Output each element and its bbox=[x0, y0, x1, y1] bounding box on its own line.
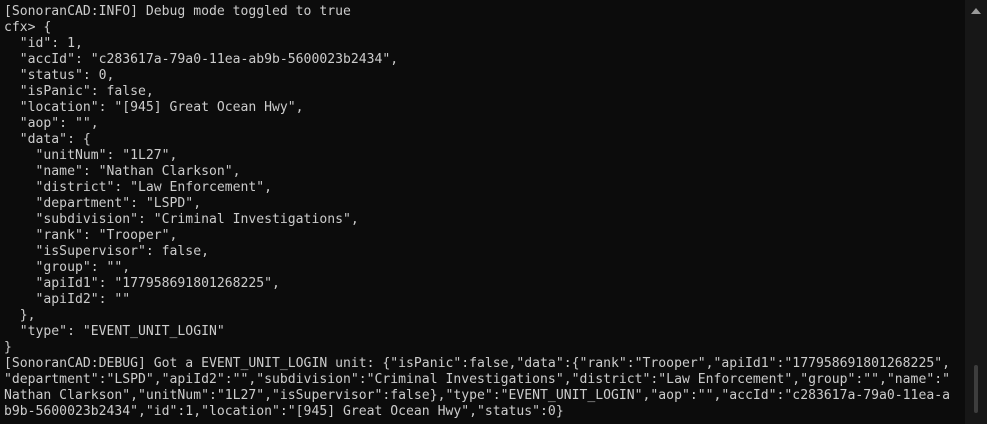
console-line: "subdivision": "Criminal Investigations"… bbox=[4, 212, 359, 227]
console-output[interactable]: [SonoranCAD:INFO] Debug mode toggled to … bbox=[0, 0, 965, 424]
console-line: "department": "LSPD", bbox=[4, 196, 202, 211]
console-line: } bbox=[4, 340, 12, 355]
console-line: "aop": "", bbox=[4, 116, 99, 131]
console-line: }, bbox=[4, 308, 36, 323]
console-line: "id": 1, bbox=[4, 36, 83, 51]
console-line: "apiId2": "" bbox=[4, 292, 131, 307]
console-line: "department":"LSPD","apiId2":"","subdivi… bbox=[4, 372, 950, 387]
console-lines: [SonoranCAD:INFO] Debug mode toggled to … bbox=[0, 0, 965, 420]
scrollbar-track[interactable] bbox=[965, 22, 987, 424]
scroll-up-button[interactable] bbox=[965, 0, 987, 22]
console-line: b9b-5600023b2434","id":1,"location":"[94… bbox=[4, 404, 564, 419]
console-line: [SonoranCAD:DEBUG] Got a EVENT_UNIT_LOGI… bbox=[4, 356, 950, 371]
console-line: "name": "Nathan Clarkson", bbox=[4, 164, 241, 179]
console-line: "accId": "c283617a-79a0-11ea-ab9b-560002… bbox=[4, 52, 399, 67]
console-line: cfx> { bbox=[4, 20, 52, 35]
console-line: "rank": "Trooper", bbox=[4, 228, 178, 243]
console-line: "status": 0, bbox=[4, 68, 115, 83]
console-line: "apiId1": "177958691801268225", bbox=[4, 276, 280, 291]
console-line: "isSupervisor": false, bbox=[4, 244, 209, 259]
up-arrow-icon bbox=[971, 8, 981, 14]
console-line: Nathan Clarkson","unitNum":"1L27","isSup… bbox=[4, 388, 950, 403]
console-line: "data": { bbox=[4, 132, 91, 147]
console-line: "location": "[945] Great Ocean Hwy", bbox=[4, 100, 304, 115]
console-line: "isPanic": false, bbox=[4, 84, 154, 99]
vertical-scrollbar[interactable] bbox=[965, 0, 987, 424]
console-line: [SonoranCAD:INFO] Debug mode toggled to … bbox=[4, 4, 351, 19]
console-line: "type": "EVENT_UNIT_LOGIN" bbox=[4, 324, 225, 339]
console-line: "district": "Law Enforcement", bbox=[4, 180, 273, 195]
console-line: "group": "", bbox=[4, 260, 131, 275]
scrollbar-thumb[interactable] bbox=[974, 365, 978, 413]
console-line: "unitNum": "1L27", bbox=[4, 148, 178, 163]
